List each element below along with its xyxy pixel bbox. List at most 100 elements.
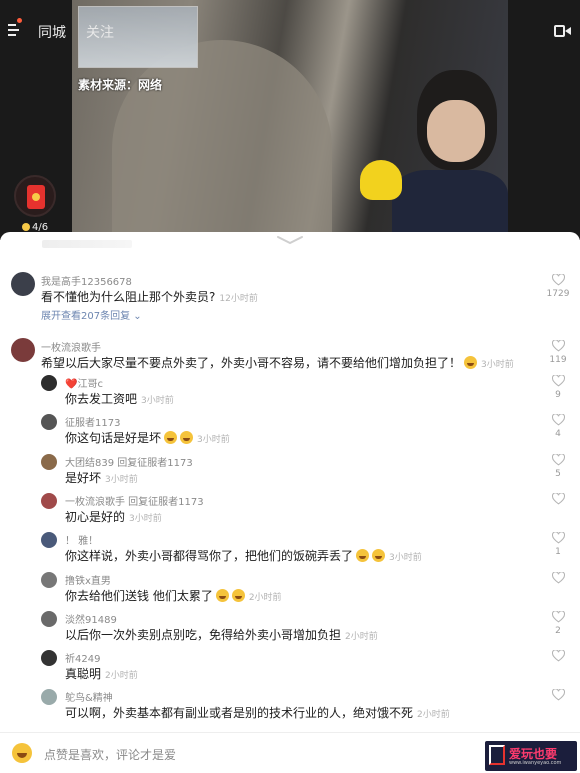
laughing-emoji-icon [464,356,478,369]
comment-input-bar[interactable]: 点赞是喜欢，评论才是爱 爱玩也要 www.iwanyeyao.com [0,732,580,773]
avatar[interactable] [41,414,57,430]
comment-input-placeholder[interactable]: 点赞是喜欢，评论才是爱 [44,746,176,763]
red-envelope-icon [27,185,45,209]
menu-icon[interactable] [8,22,22,38]
reply-username[interactable]: 淡然91489 [65,611,117,626]
comment-time: 2小时前 [105,671,138,681]
heart-icon [551,274,565,286]
like-count: 1729 [546,289,570,299]
comment-text-line: 希望以后大家尽量不要点外卖了，外卖小哥不容易，请不要给他们增加负担了！ 3小时前 [41,354,514,371]
heart-icon [551,650,565,662]
reply-username[interactable]: ❤️江哥c [65,375,103,390]
comment-username[interactable]: 我是高手12356678 [41,273,132,288]
heart-icon [551,572,565,584]
comment-time: 3小时前 [141,396,174,406]
comment-text-line: 以后你一次外卖别点别吃，免得给外卖小哥增加负担 2小时前 [65,626,378,643]
reply-item: 淡然91489 以后你一次外卖别点别吃，免得给外卖小哥增加负担 2小时前 2 [0,610,580,648]
comment-text-line: 真聪明 2小时前 [65,665,138,682]
comment-time: 12小时前 [219,294,258,304]
collapse-handle-icon[interactable] [276,235,304,245]
reply-username[interactable]: 撸铁x直男 [65,572,111,587]
comment-time: 3小时前 [389,553,422,563]
laughing-emoji-icon [231,589,245,602]
comment-text: 真聪明 [65,667,102,681]
comment-text: 你去给他们送钱 他们太累了 [65,589,213,603]
heart-icon [551,493,565,505]
reply-username[interactable]: 祈4249 [65,650,100,665]
comment-text-line: 你去发工资吧 3小时前 [65,390,174,407]
comment-time: 3小时前 [129,514,162,524]
reply-username[interactable]: 大团结839 回复征服者1173 [65,454,193,469]
avatar[interactable] [11,272,35,296]
heart-icon [551,340,565,352]
comment-text: 初心是好的 [65,510,126,524]
partial-text-row [42,240,132,248]
comment-text: 看不懂他为什么阻止那个外卖员? [41,290,216,304]
camera-icon[interactable] [554,25,572,37]
laughing-emoji-icon [164,431,178,444]
expand-replies-link[interactable]: 展开查看207条回复 ⌄ [41,307,142,322]
like-button[interactable]: 1 [546,532,570,557]
reply-username[interactable]: 征服者1173 [65,414,120,429]
video-helmet [360,160,402,200]
comment-text-line: 是好坏 3小时前 [65,469,138,486]
avatar[interactable] [41,689,57,705]
comment-text-line: 可以啊，外卖基本都有副业或者是别的技术行业的人，绝对饿不死 2小时前 [65,704,450,721]
like-button[interactable] [546,493,570,508]
reply-username[interactable]: ！ 雅！ [65,532,98,547]
like-button[interactable] [546,689,570,704]
video-player[interactable]: 素材来源：网络 同城 关注 4/6 [0,0,580,240]
comment-text: 是好坏 [65,471,102,485]
like-button[interactable]: 9 [546,375,570,400]
watermark-logo-icon [489,745,505,765]
like-button[interactable]: 5 [546,454,570,479]
comment-text: 你这句话是好是坏 [65,431,162,445]
avatar[interactable] [41,611,57,627]
like-count: 1 [555,547,561,557]
like-count: 5 [555,469,561,479]
heart-icon [551,375,565,387]
comment-time: 2小时前 [417,710,450,720]
avatar[interactable] [41,650,57,666]
video-person-body [392,170,508,240]
reply-username[interactable]: 鸵鸟&精神 [65,689,113,704]
comment-time: 3小时前 [481,360,514,370]
avatar[interactable] [41,454,57,470]
avatar[interactable] [41,493,57,509]
coin-icon [22,223,30,231]
tab-guanzhu[interactable]: 关注 [86,22,114,42]
heart-icon [551,611,565,623]
avatar[interactable] [41,572,57,588]
comment-item: 我是高手12356678 看不懂他为什么阻止那个外卖员? 12小时前 展开查看207条… [0,272,580,332]
comment-time: 3小时前 [197,435,230,445]
reply-username[interactable]: 一枚流浪歌手 回复征服者1173 [65,493,204,508]
site-watermark: 爱玩也要 www.iwanyeyao.com [485,741,577,771]
comment-time: 2小时前 [345,632,378,642]
like-button[interactable]: 119 [546,340,570,365]
avatar[interactable] [41,532,57,548]
reply-item: ！ 雅！ 你这样说，外卖小哥都得骂你了，把他们的饭碗弄丢了 3小时前 1 [0,531,580,569]
comment-text-line: 初心是好的 3小时前 [65,508,162,525]
like-button[interactable]: 4 [546,414,570,439]
like-button[interactable]: 1729 [546,274,570,299]
avatar[interactable] [11,338,35,362]
like-button[interactable] [546,572,570,587]
laughing-emoji-icon [215,589,229,602]
emoji-icon[interactable] [12,743,32,763]
comment-text: 你这样说，外卖小哥都得骂你了，把他们的饭碗弄丢了 [65,549,354,563]
reply-item: 一枚流浪歌手 回复征服者1173 初心是好的 3小时前 [0,492,580,530]
comment-text-line: 看不懂他为什么阻止那个外卖员? 12小时前 [41,288,258,305]
like-button[interactable] [546,650,570,665]
reply-item: ❤️江哥c 你去发工资吧 3小时前 9 [0,374,580,412]
comment-username[interactable]: 一枚流浪歌手 [41,339,101,354]
comment-text-line: 你这样说，外卖小哥都得骂你了，把他们的饭碗弄丢了 3小时前 [65,547,422,564]
video-shape [112,40,332,240]
laughing-emoji-icon [180,431,194,444]
avatar[interactable] [41,375,57,391]
like-button[interactable]: 2 [546,611,570,636]
tab-tongcheng[interactable]: 同城 [38,22,66,42]
heart-icon [551,689,565,701]
red-packet-button[interactable] [14,175,56,217]
comment-text-line: 你去给他们送钱 他们太累了 2小时前 [65,587,282,604]
reply-item: 祈4249 真聪明 2小时前 [0,649,580,687]
